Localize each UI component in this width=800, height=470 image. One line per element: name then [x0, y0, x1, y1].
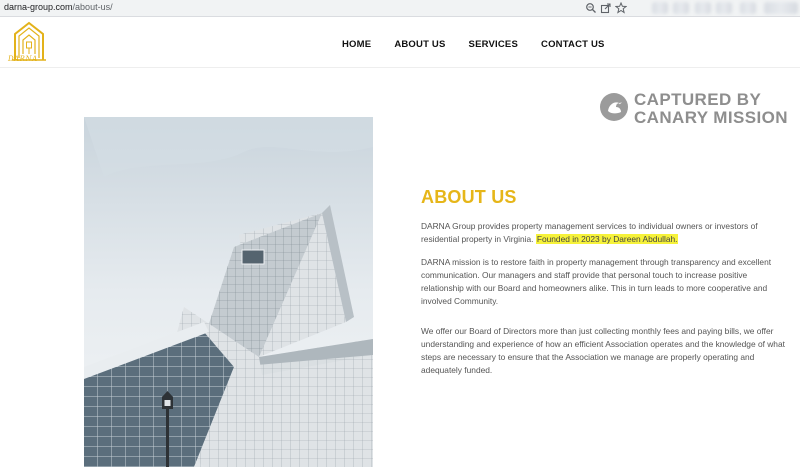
url-text[interactable]: darna-group.com/about-us/ — [4, 2, 113, 12]
nav-home[interactable]: HOME — [342, 39, 371, 50]
extension-icon[interactable] — [652, 2, 668, 14]
share-icon[interactable] — [600, 2, 612, 14]
nav-services[interactable]: SERVICES — [469, 39, 518, 50]
bookmark-star-icon[interactable] — [615, 2, 627, 14]
url-host: darna-group.com — [4, 2, 73, 12]
extension-icon[interactable] — [716, 2, 732, 14]
nav-about-us[interactable]: ABOUT US — [394, 39, 445, 50]
extension-icon[interactable] — [740, 2, 756, 14]
main-navigation: HOME ABOUT US SERVICES CONTACT US — [342, 39, 628, 50]
about-paragraph-2: DARNA mission is to restore faith in pro… — [421, 257, 772, 306]
nav-contact-us[interactable]: CONTACT US — [541, 39, 605, 50]
watermark-line-2: CANARY MISSION — [634, 108, 788, 127]
about-paragraph-3: We offer our Board of Directors more tha… — [421, 326, 785, 375]
logo-wordmark: DARNA — [8, 55, 38, 63]
founded-highlight: Founded in 2023 by Dareen Abdullah. — [535, 234, 679, 244]
canary-bird-icon — [600, 93, 628, 121]
capture-watermark: CAPTURED BY CANARY MISSION — [598, 89, 788, 129]
building-illustration — [84, 117, 373, 467]
zoom-icon[interactable] — [585, 2, 597, 14]
building-photo — [84, 117, 373, 467]
browser-address-bar[interactable]: darna-group.com/about-us/ — [0, 0, 800, 17]
extension-icon[interactable] — [695, 2, 711, 14]
url-path: /about-us/ — [72, 2, 113, 12]
about-paragraph-1: DARNA Group provides property management… — [421, 220, 791, 246]
profile-icon[interactable] — [764, 2, 798, 14]
extension-icon[interactable] — [673, 2, 689, 14]
watermark-line-1: CAPTURED BY — [634, 90, 762, 109]
site-header: DARNA HOME ABOUT US SERVICES CONTACT US — [0, 17, 800, 68]
about-us-heading: ABOUT US — [421, 187, 517, 207]
